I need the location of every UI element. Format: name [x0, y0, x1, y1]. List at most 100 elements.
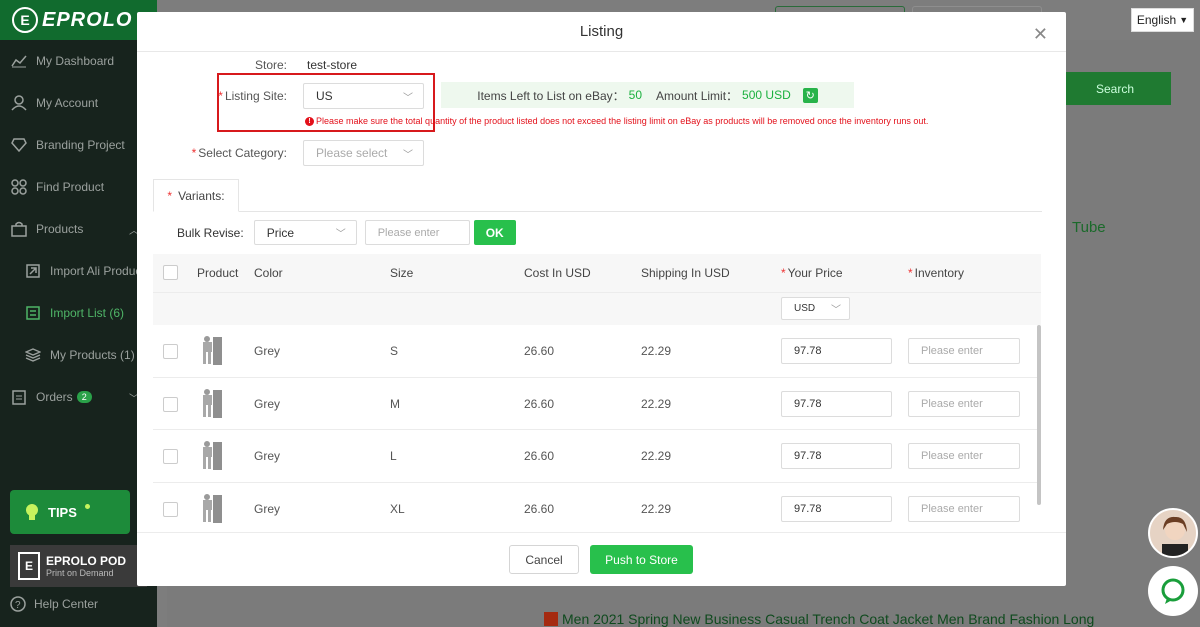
column-header: Product — [197, 266, 239, 280]
required-mark: * — [781, 266, 786, 280]
sidebar-item-label: My Products (1) — [50, 348, 135, 362]
sidebar-item-find-product[interactable]: Find Product — [0, 166, 157, 208]
tab-variants-label: Variants: — [178, 188, 225, 203]
product-title[interactable]: Men 2021 Spring New Business Casual Tren… — [544, 611, 1094, 627]
product-image — [203, 336, 222, 365]
column-header: Shipping In USD — [641, 266, 730, 280]
sidebar-item-label: Products — [36, 222, 84, 236]
column-header: Cost In USD — [524, 266, 591, 280]
inventory-input[interactable]: Please enter — [908, 443, 1020, 469]
table-row: Grey S 26.60 22.29 97.78 Please enter — [153, 325, 1041, 378]
currency-value: USD — [794, 303, 816, 314]
inventory-input[interactable]: Please enter — [908, 390, 1020, 417]
pod-banner[interactable]: E EPROLO POD Print on Demand — [10, 545, 147, 587]
category-select[interactable]: Please select ﹀ — [303, 140, 424, 166]
row-checkbox[interactable] — [163, 501, 178, 517]
close-icon[interactable]: ✕ — [1033, 24, 1048, 45]
sidebar-item-label: My Dashboard — [36, 54, 115, 68]
column-header: Size — [390, 266, 414, 280]
inventory-input[interactable]: Please enter — [908, 495, 1020, 522]
tab-divider — [153, 211, 1042, 212]
items-left-value: 50 — [628, 88, 643, 102]
cancel-button[interactable]: Cancel — [509, 545, 579, 574]
grid-icon — [10, 179, 28, 195]
chart-icon — [10, 53, 28, 69]
sidebar-item-my-products[interactable]: My Products (1) — [0, 334, 157, 376]
product-thumbnail[interactable] — [200, 493, 224, 523]
sidebar-item-label: My Account — [36, 96, 99, 110]
layers-icon — [24, 347, 42, 363]
sidebar-item-orders[interactable]: Orders 2 ﹀ — [0, 376, 157, 418]
bulk-revise-select[interactable]: Price ﹀ — [253, 220, 357, 245]
inventory-input[interactable]: Please enter — [908, 338, 1020, 364]
sidebar-item-import-ali[interactable]: Import Ali Produc — [0, 250, 157, 292]
currency-row: USD ﹀ — [153, 292, 1041, 325]
modal-header: Listing ✕ — [137, 12, 1066, 52]
push-to-store-button[interactable]: Push to Store — [590, 545, 693, 574]
variants-table: Product Color Size Cost In USD Shipping … — [153, 254, 1041, 523]
listing-site-select[interactable]: US ﹀ — [303, 83, 424, 109]
currency-select[interactable]: USD ﹀ — [781, 297, 850, 320]
shipping-cell: 22.29 — [641, 396, 672, 411]
row-checkbox[interactable] — [163, 449, 178, 464]
chevron-down-icon: ﹀ — [831, 305, 841, 316]
search-button[interactable]: Search — [1059, 72, 1171, 105]
tips-button[interactable]: TIPS — [10, 490, 130, 534]
language-selector[interactable]: English ▼ — [1131, 8, 1194, 32]
product-thumbnail[interactable] — [200, 335, 224, 365]
product-title-text: Men 2021 Spring New Business Casual Tren… — [562, 611, 1095, 627]
lightbulb-icon — [26, 504, 38, 520]
sidebar-item-account[interactable]: My Account — [0, 82, 157, 124]
sidebar-item-products[interactable]: Products ︿ — [0, 208, 157, 250]
bulk-value-input[interactable]: Please enter — [364, 220, 470, 245]
tab-variants[interactable]: * Variants: — [153, 179, 239, 212]
chat-button[interactable] — [1148, 566, 1198, 616]
product-image — [203, 388, 222, 418]
ok-button[interactable]: OK — [473, 220, 516, 245]
notification-dot — [85, 504, 90, 509]
price-input[interactable]: 97.78 — [781, 495, 892, 522]
shipping-cell: 22.29 — [641, 344, 672, 358]
table-scrollbar[interactable] — [1037, 325, 1041, 505]
row-checkbox[interactable] — [163, 344, 178, 359]
sidebar-item-import-list[interactable]: Import List (6) — [0, 292, 157, 334]
category-label: Select Category: — [198, 146, 287, 160]
chevron-down-icon: ▼ — [1179, 15, 1189, 25]
logo[interactable]: E EPROLO — [0, 0, 157, 40]
listing-site-label: Listing Site: — [224, 89, 287, 103]
table-header: Product Color Size Cost In USD Shipping … — [153, 254, 1041, 292]
table-row: Grey L 26.60 22.29 97.78 Please enter — [153, 430, 1041, 483]
size-cell: S — [390, 344, 399, 358]
sidebar-item-dashboard[interactable]: My Dashboard — [0, 40, 157, 82]
amount-limit-label: Amount Limit： — [656, 88, 739, 103]
cost-cell: 26.60 — [524, 449, 555, 463]
warning-text: Please make sure the total quantity of t… — [316, 116, 929, 126]
color-cell: Grey — [254, 344, 281, 358]
language-value: English — [1136, 13, 1177, 27]
sidebar-item-label: Find Product — [36, 180, 105, 194]
store-label: Store: — [254, 58, 287, 72]
help-center-link[interactable]: ? Help Center — [10, 596, 98, 612]
product-thumbnail[interactable] — [200, 388, 224, 418]
size-cell: M — [390, 396, 400, 411]
clipboard-icon — [10, 389, 28, 405]
row-checkbox[interactable] — [163, 396, 178, 412]
support-agent-avatar[interactable] — [1148, 508, 1198, 558]
pod-title: EPROLO POD — [46, 554, 127, 568]
bulk-revise-label: Bulk Revise: — [177, 225, 244, 240]
bag-icon — [10, 221, 28, 237]
column-header: Your Price — [787, 266, 843, 280]
inventory-header: * Inventory — [908, 266, 964, 280]
pod-subtitle: Print on Demand — [46, 568, 114, 578]
refresh-icon[interactable]: ↻ — [802, 87, 818, 103]
select-all-checkbox[interactable] — [163, 265, 178, 280]
tips-label: TIPS — [48, 504, 77, 520]
price-input[interactable]: 97.78 — [781, 338, 892, 364]
product-thumbnail[interactable] — [200, 440, 224, 470]
category-row: * Select Category: Please select ﹀ — [137, 140, 424, 166]
listing-site-row: * Listing Site: US ﹀ — [137, 83, 424, 109]
store-row: Store: test-store — [137, 58, 357, 72]
sidebar-item-branding[interactable]: Branding Project — [0, 124, 157, 166]
price-input[interactable]: 97.78 — [781, 443, 892, 469]
price-input[interactable]: 97.78 — [781, 390, 892, 417]
